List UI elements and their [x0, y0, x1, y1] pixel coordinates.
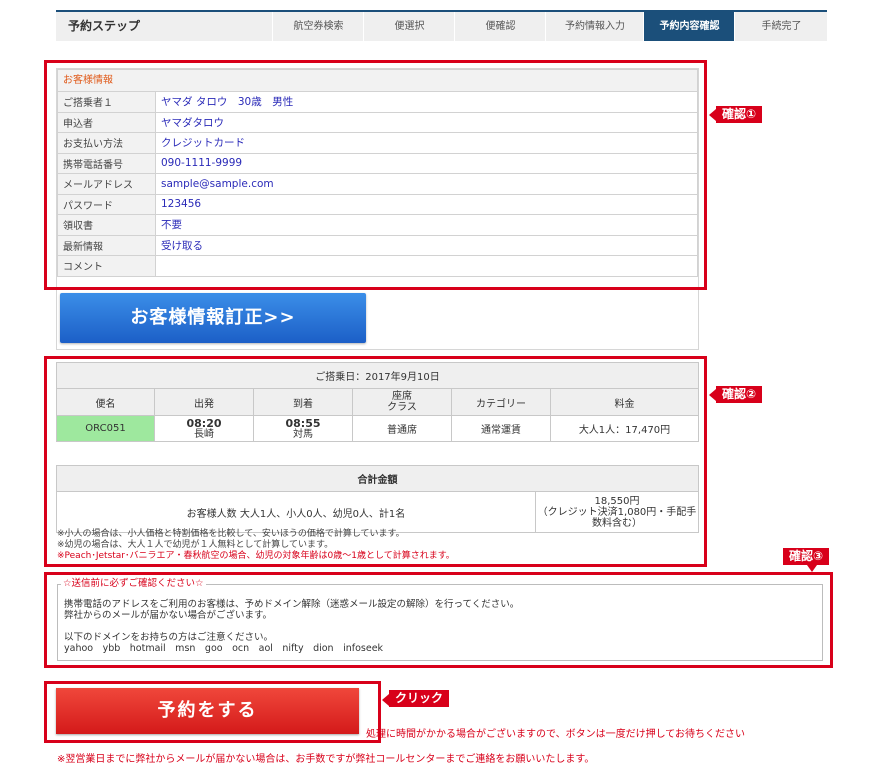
confirm2-tag: 確認② — [716, 386, 763, 403]
processing-note: 処理に時間がかかる場合がございますので、ボタンは一度だけ押してお待ちください — [366, 729, 745, 740]
click-pointer — [382, 694, 389, 706]
footer-note: ※翌営業日までに弊社からメールが届かない場合は、お手数ですが弊社コールセンターま… — [57, 754, 595, 765]
step-reservation-review: 予約内容確認 — [643, 12, 735, 41]
step-flight-search: 航空券検索 — [272, 12, 364, 41]
confirm3-tag: 確認③ — [783, 548, 830, 565]
step-flight-select: 便選択 — [363, 12, 455, 41]
step-complete: 手続完了 — [734, 12, 828, 41]
click-tag: クリック — [389, 690, 450, 707]
click-frame — [44, 681, 381, 743]
confirm1-tag: 確認① — [716, 106, 763, 123]
step-flight-confirm: 便確認 — [454, 12, 546, 41]
confirm3-frame — [44, 572, 833, 668]
confirm2-frame — [44, 356, 707, 567]
step-reservation-input: 予約情報入力 — [545, 12, 644, 41]
reservation-steps-bar: 予約ステップ 航空券検索 便選択 便確認 予約情報入力 予約内容確認 手続完了 — [56, 10, 827, 41]
steps-title: 予約ステップ — [68, 19, 141, 33]
confirm1-frame — [44, 60, 707, 290]
edit-customer-info-button[interactable]: お客様情報訂正>> — [60, 293, 366, 343]
confirm1-pointer — [709, 109, 716, 121]
confirm3-pointer — [807, 565, 817, 572]
confirm2-pointer — [709, 389, 716, 401]
